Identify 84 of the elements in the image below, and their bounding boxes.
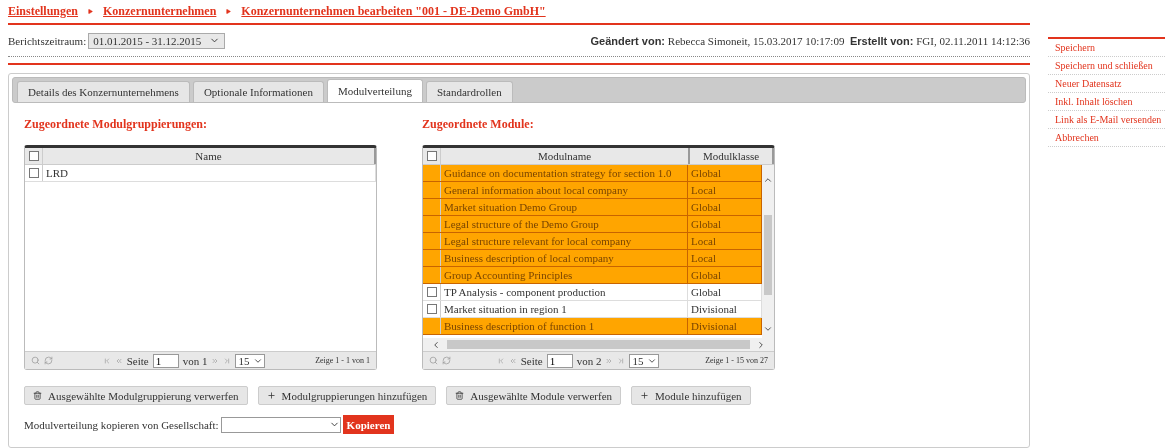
table-row[interactable]: Legal structure of the Demo Group Global	[423, 216, 762, 233]
first-page-icon[interactable]	[102, 356, 111, 365]
checkbox[interactable]	[426, 304, 437, 314]
change-info: Geändert von: Rebecca Simoneit, 15.03.2017 10:17:09 Erstellt von: FGI, 02.11.2011 14:12:36	[590, 34, 1030, 47]
breadcrumb-link[interactable]: Konzernunternehmen	[103, 4, 217, 19]
discard-button[interactable]: Ausgewählte Modulgruppierung verwerfen	[24, 386, 248, 405]
scroll-left-icon	[431, 339, 441, 350]
scroll-down-icon	[763, 324, 773, 334]
trash-icon	[33, 391, 42, 400]
trash-icon	[455, 391, 465, 400]
checkbox[interactable]	[426, 151, 437, 161]
action-link[interactable]: Neuer Datensatz	[1048, 75, 1165, 93]
previous-page-icon[interactable]	[508, 356, 517, 365]
section-heading: Zugeordnete Modulgruppierungen:	[24, 117, 208, 133]
action-link[interactable]: Speichern und schließen	[1048, 57, 1165, 75]
caret-icon	[88, 9, 94, 14]
table-cell: Business description of function 1	[441, 318, 688, 334]
tab[interactable]: Standardrollen	[425, 81, 513, 102]
breadcrumb-link[interactable]: Konzernunternehmen bearbeiten "001 - DE-Demo GmbH"	[241, 4, 546, 19]
company-select[interactable]	[220, 416, 341, 433]
action-link[interactable]: Inkl. Inhalt löschen	[1048, 93, 1165, 111]
section-heading: Zugeordnete Module:	[422, 117, 535, 133]
horizontal-scrollbar[interactable]	[423, 338, 774, 351]
add-button[interactable]: Modulgruppierungen hinzufügen	[257, 386, 437, 405]
table-cell: Guidance on documentation strategy for section 1.0	[441, 165, 688, 181]
table-cell: TP Analysis - component production	[441, 284, 688, 300]
table-row[interactable]: Guidance on documentation strategy for section 1.0 Global	[423, 165, 762, 182]
table-row[interactable]: Business description of local company Local	[423, 250, 762, 267]
add-button[interactable]: Module hinzufügen	[631, 386, 751, 405]
vertical-scrollbar[interactable]	[762, 165, 774, 338]
table-row[interactable]: Business description of function 1 Divisional	[423, 318, 762, 335]
tab[interactable]: Optionale Informationen	[192, 81, 324, 102]
table-cell: General information about local company	[441, 182, 688, 198]
table-row[interactable]: Market situation Demo Group Global	[423, 199, 762, 216]
table-row[interactable]: Group Accounting Principles Global	[423, 267, 762, 284]
page-input[interactable]: 1	[546, 353, 573, 368]
refresh-icon[interactable]	[442, 356, 451, 365]
table-cell: Business description of local company	[441, 250, 688, 266]
search-icon[interactable]	[429, 356, 438, 365]
caret-icon	[226, 9, 232, 14]
table-cell: Market situation Demo Group	[441, 199, 688, 215]
tab[interactable]: Details des Konzernunternehmens	[17, 81, 190, 102]
table-row[interactable]: Legal structure relevant for local company Local	[423, 233, 762, 250]
scroll-right-icon	[756, 339, 766, 350]
copy-button[interactable]: Kopieren	[342, 415, 395, 434]
scroll-up-icon	[763, 175, 773, 185]
previous-page-icon[interactable]	[114, 356, 123, 365]
next-page-icon[interactable]	[211, 356, 220, 365]
record-summary: Zeige 1 - 1 von 1	[315, 356, 370, 365]
period-label: Berichtszeitraum:	[8, 34, 87, 47]
action-link[interactable]: Link als E-Mail versenden	[1048, 111, 1165, 129]
plus-icon	[640, 391, 650, 400]
page-label: Seite	[126, 354, 149, 367]
refresh-icon[interactable]	[44, 356, 53, 365]
table-cell: Legal structure relevant for local company	[441, 233, 688, 249]
table-cell: Market situation in region 1	[441, 301, 688, 317]
tab[interactable]: Modulverteilung	[326, 79, 423, 102]
first-page-icon[interactable]	[496, 356, 505, 365]
table-row[interactable]: TP Analysis - component production Global	[423, 284, 762, 301]
table-row[interactable]: General information about local company Local	[423, 182, 762, 199]
action-link[interactable]: Speichern	[1048, 39, 1165, 57]
last-page-icon[interactable]	[223, 356, 232, 365]
checkbox[interactable]	[28, 151, 39, 161]
breadcrumb-link[interactable]: Einstellungen	[8, 4, 79, 19]
copy-label: Modulverteilung kopieren von Gesellschaft:	[24, 418, 219, 431]
page-count: von 2	[576, 354, 602, 367]
checkbox[interactable]	[28, 168, 39, 178]
search-icon[interactable]	[31, 356, 40, 365]
discard-button[interactable]: Ausgewählte Module verwerfen	[446, 386, 622, 405]
page-size-select[interactable]: 15	[629, 353, 660, 368]
plus-icon	[266, 391, 276, 400]
record-summary: Zeige 1 - 15 von 27	[705, 356, 768, 365]
period-select[interactable]: 01.01.2015 - 31.12.2015	[88, 32, 226, 49]
page-input[interactable]: 1	[152, 353, 179, 368]
table-row[interactable]: Market situation in region 1 Divisional	[423, 301, 762, 318]
checkbox[interactable]	[426, 287, 437, 297]
action-link[interactable]: Abbrechen	[1048, 129, 1165, 147]
last-page-icon[interactable]	[617, 356, 626, 365]
page-label: Seite	[520, 354, 543, 367]
table-cell: Legal structure of the Demo Group	[441, 216, 688, 232]
page-size-select[interactable]: 15	[235, 353, 266, 368]
page-count: von 1	[182, 354, 208, 367]
table-cell: Group Accounting Principles	[441, 267, 688, 283]
next-page-icon[interactable]	[605, 356, 614, 365]
